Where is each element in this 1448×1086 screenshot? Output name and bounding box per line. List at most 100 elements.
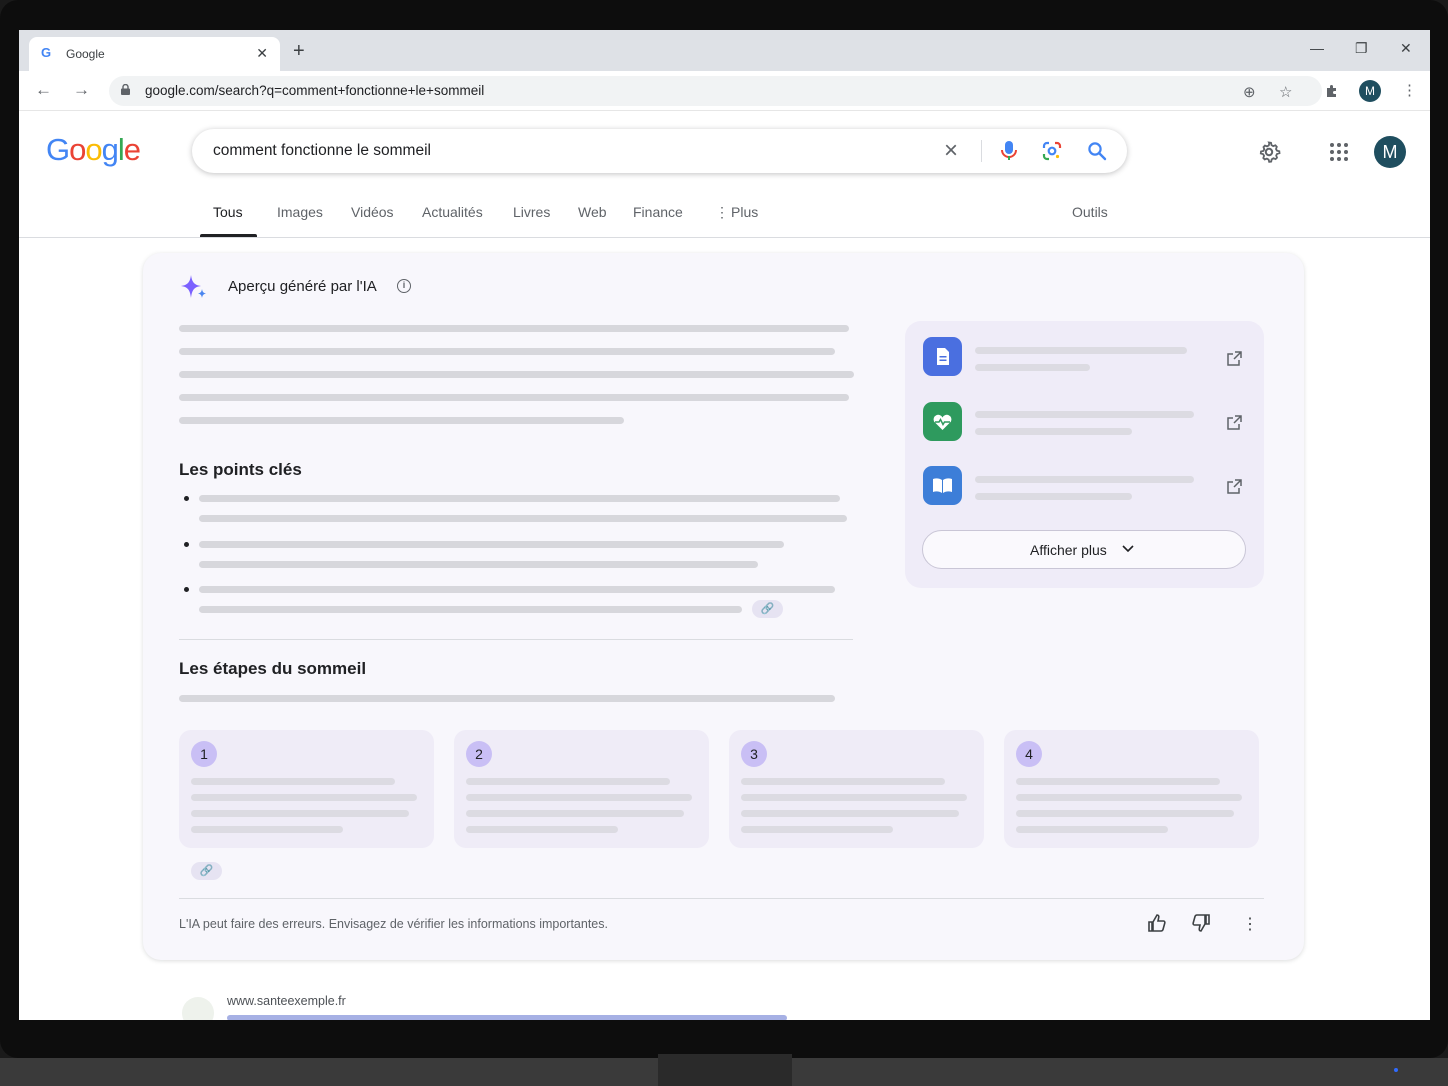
minimize-window-icon[interactable]: —	[1310, 40, 1324, 56]
more-vert-icon[interactable]: ⋮	[715, 204, 729, 221]
ai-overview-title: Aperçu généré par l'IA	[228, 278, 377, 295]
text-placeholder-line	[1016, 794, 1242, 801]
tab-plus[interactable]: Plus	[731, 204, 758, 220]
tab-strip: G Google ✕ + — ❐ ✕	[19, 30, 1430, 71]
text-placeholder-line	[741, 810, 959, 817]
result-title-link[interactable]	[227, 1014, 787, 1020]
info-icon[interactable]: i	[397, 279, 411, 293]
monitor-stand	[658, 1054, 792, 1086]
tab-videos[interactable]: Vidéos	[351, 204, 394, 220]
google-logo[interactable]: Google	[46, 132, 141, 168]
active-tab-indicator	[200, 234, 257, 237]
bullet	[184, 587, 189, 592]
text-placeholder-line	[741, 794, 967, 801]
text-placeholder-line	[179, 394, 849, 401]
search-box[interactable]: comment fonctionne le sommeil ×	[192, 129, 1127, 173]
browser-tab-google[interactable]: G Google ✕	[29, 37, 280, 71]
sources-panel: Afficher plus	[905, 321, 1264, 588]
tab-outils[interactable]: Outils	[1072, 204, 1108, 220]
browser-menu-icon[interactable]: ⋮	[1402, 81, 1417, 99]
site-favicon-icon	[182, 997, 214, 1020]
stage-number-badge: 4	[1016, 741, 1042, 767]
settings-gear-icon[interactable]	[1257, 140, 1281, 164]
tab-finance[interactable]: Finance	[633, 204, 683, 220]
text-placeholder-line	[466, 794, 692, 801]
forward-arrow-icon[interactable]: →	[73, 80, 90, 100]
open-external-icon[interactable]	[1227, 479, 1242, 494]
maximize-window-icon[interactable]: ❐	[1355, 40, 1368, 57]
google-apps-grid-icon[interactable]	[1329, 142, 1349, 162]
tab-images[interactable]: Images	[277, 204, 323, 220]
google-lens-icon[interactable]	[1042, 141, 1062, 161]
text-placeholder-line	[191, 778, 395, 785]
show-more-label: Afficher plus	[1030, 542, 1107, 558]
thumbs-up-icon[interactable]	[1147, 913, 1167, 933]
tab-web[interactable]: Web	[578, 204, 607, 220]
text-placeholder-line	[199, 515, 847, 522]
text-placeholder-line	[466, 826, 618, 833]
source-subtitle-placeholder	[975, 493, 1132, 500]
ai-disclaimer: L'IA peut faire des erreurs. Envisagez d…	[179, 917, 608, 931]
source-subtitle-placeholder	[975, 428, 1132, 435]
address-bar[interactable]: google.com/search?q=comment+fonctionne+l…	[109, 76, 1322, 106]
text-placeholder-line	[191, 794, 417, 801]
text-placeholder-line	[199, 541, 784, 548]
more-options-icon[interactable]: ⋮	[1242, 914, 1258, 934]
open-external-icon[interactable]	[1227, 351, 1242, 366]
ai-sparkle-icon	[181, 275, 206, 298]
sleep-stages-heading: Les étapes du sommeil	[179, 659, 367, 678]
clear-search-icon[interactable]: ×	[944, 137, 958, 165]
text-placeholder-line	[466, 778, 670, 785]
search-icon[interactable]	[1087, 141, 1107, 161]
text-placeholder-line	[179, 695, 835, 702]
search-input[interactable]: comment fonctionne le sommeil	[213, 142, 431, 160]
sleep-stage-card[interactable]: 4	[1004, 730, 1259, 848]
text-placeholder-line	[1016, 810, 1234, 817]
tab-livres[interactable]: Livres	[513, 204, 550, 220]
close-tab-icon[interactable]: ✕	[256, 45, 268, 62]
sleep-stage-card[interactable]: 2	[454, 730, 709, 848]
thumbs-down-icon[interactable]	[1191, 913, 1211, 933]
new-tab-button[interactable]: +	[293, 40, 305, 63]
open-external-icon[interactable]	[1227, 415, 1242, 430]
result-site-url[interactable]: www.santeexemple.fr	[227, 994, 346, 1008]
sleep-stage-card[interactable]: 3	[729, 730, 984, 848]
text-placeholder-line	[199, 586, 835, 593]
account-avatar[interactable]: M	[1374, 136, 1406, 168]
zoom-icon[interactable]: ⊕	[1243, 83, 1256, 101]
search-tabs: Tous Images Vidéos Actualités Livres Web…	[19, 200, 1430, 238]
text-placeholder-line	[191, 810, 409, 817]
book-source-icon[interactable]	[923, 466, 962, 505]
sleep-stage-card[interactable]: 1	[179, 730, 434, 848]
extensions-puzzle-icon[interactable]	[1324, 83, 1340, 99]
source-subtitle-placeholder	[975, 364, 1090, 371]
chevron-down-icon	[1122, 545, 1134, 553]
show-more-button[interactable]: Afficher plus	[922, 530, 1246, 569]
health-heart-source-icon[interactable]	[923, 402, 962, 441]
source-link-chip[interactable]: 🔗	[191, 862, 222, 880]
bullet	[184, 496, 189, 501]
text-placeholder-line	[741, 826, 893, 833]
text-placeholder-line	[179, 371, 854, 378]
tab-actualites[interactable]: Actualités	[422, 204, 483, 220]
text-placeholder-line	[179, 417, 624, 424]
browser-toolbar: ← → google.com/search?q=comment+fonction…	[19, 71, 1430, 111]
browser-profile-avatar[interactable]: M	[1359, 80, 1381, 102]
footer-divider	[179, 898, 1264, 899]
document-source-icon[interactable]	[923, 337, 962, 376]
tab-tous[interactable]: Tous	[213, 204, 243, 220]
ai-overview-card: Aperçu généré par l'IA i Les points clés…	[143, 253, 1304, 960]
key-points-heading: Les points clés	[179, 460, 302, 479]
close-window-icon[interactable]: ✕	[1400, 40, 1412, 57]
google-favicon-icon: G	[41, 45, 52, 60]
source-title-placeholder	[975, 411, 1194, 418]
bookmark-star-icon[interactable]: ☆	[1279, 83, 1292, 101]
power-indicator-light	[1394, 1068, 1398, 1072]
section-divider	[179, 639, 853, 640]
microphone-icon[interactable]	[999, 140, 1019, 162]
text-placeholder-line	[741, 778, 945, 785]
text-placeholder-line	[466, 810, 684, 817]
back-arrow-icon[interactable]: ←	[35, 80, 52, 100]
source-link-chip[interactable]: 🔗	[752, 600, 783, 618]
text-placeholder-line	[199, 606, 742, 613]
